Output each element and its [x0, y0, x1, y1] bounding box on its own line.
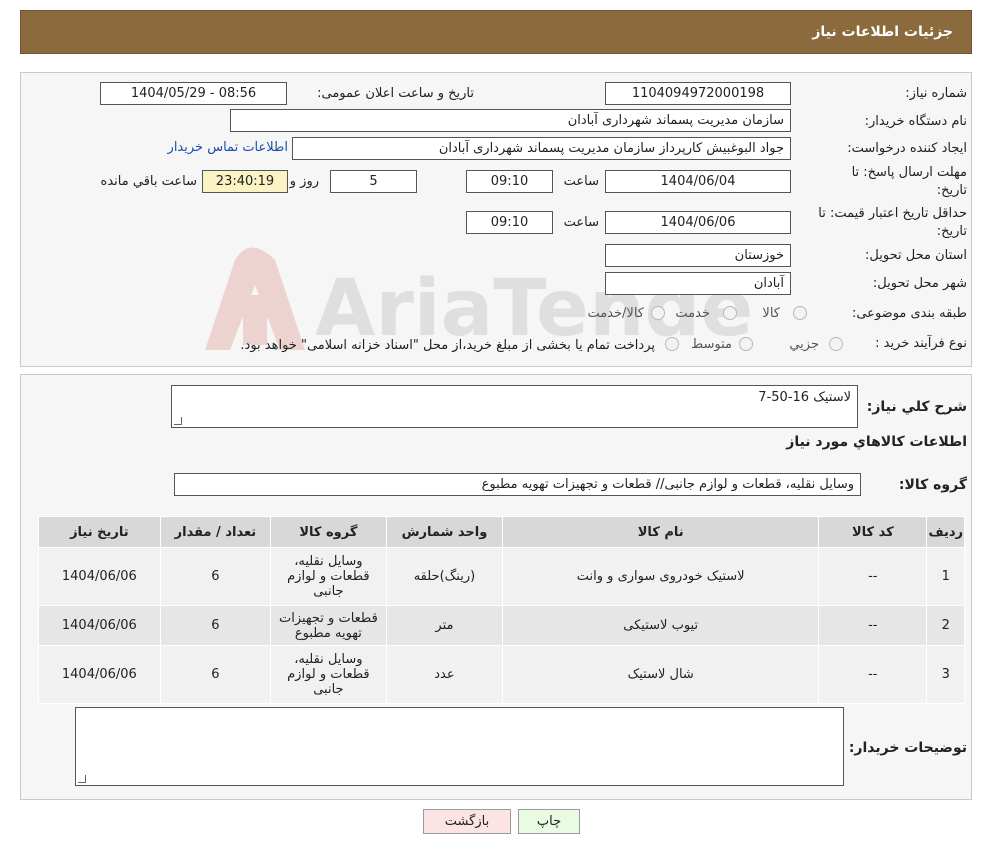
- validity-label-1: حداقل تاریخ اعتبار قیمت: تا: [818, 206, 967, 221]
- cell-quantity: 6: [159, 645, 272, 704]
- category-option-goods: کالا: [762, 306, 780, 321]
- process-note: پرداخت تمام یا بخشی از مبلغ خرید،از محل …: [240, 338, 655, 353]
- goods-group-label: گروه كالا:: [898, 477, 967, 493]
- province-field[interactable]: خوزستان: [605, 244, 791, 267]
- buyer-notes-label: توضیحات خریدار:: [848, 740, 967, 756]
- buyer-org-field[interactable]: سازمان مدیریت پسماند شهرداری آبادان: [230, 109, 791, 132]
- category-option-service: خدمت: [675, 306, 710, 321]
- page-title: جزئیات اطلاعات نیاز: [812, 24, 953, 40]
- city-field[interactable]: آبادان: [605, 272, 791, 295]
- cell-unit: (رینگ)حلقه: [385, 547, 504, 606]
- category-label: طبقه بندی موضوعی:: [851, 306, 967, 321]
- cell-quantity: 6: [159, 605, 272, 646]
- col-header-item-name: نام کالا: [502, 516, 820, 548]
- cell-unit: عدد: [385, 645, 504, 704]
- cell-item-name: شال لاستیک: [502, 645, 820, 704]
- cell-item-code: --: [818, 605, 928, 646]
- category-option-goods-service: کالا/خدمت: [587, 306, 644, 321]
- general-desc-label: شرح كلي نیاز:: [866, 399, 967, 415]
- cell-group: قطعات و تجهیزات تهویه مطبوع: [270, 605, 387, 646]
- resize-handle-icon[interactable]: [174, 417, 182, 425]
- col-header-quantity: تعداد / مقدار: [159, 516, 272, 548]
- deadline-label-1: مهلت ارسال پاسخ: تا: [851, 165, 967, 180]
- table-row[interactable]: 1 -- لاستیک خودروی سواری و وانت (رینگ)حل…: [38, 547, 965, 606]
- validity-label-2: تاریخ:: [936, 224, 967, 239]
- announce-datetime-field[interactable]: 1404/05/29 - 08:56: [100, 82, 287, 105]
- category-radio-service[interactable]: [723, 306, 737, 320]
- need-number-field[interactable]: 1104094972000198: [605, 82, 791, 105]
- col-header-group: گروه کالا: [270, 516, 387, 548]
- cell-group: وسایل نقلیه، قطعات و لوازم جانبی: [270, 645, 387, 704]
- need-number-label: شماره نیاز:: [905, 86, 967, 101]
- cell-item-name: تیوب لاستیکی: [502, 605, 820, 646]
- cell-item-code: --: [818, 547, 928, 606]
- cell-group: وسایل نقلیه، قطعات و لوازم جانبی: [270, 547, 387, 606]
- days-label: روز و: [289, 174, 319, 189]
- table-row[interactable]: 2 -- تیوب لاستیکی متر قطعات و تجهیزات ته…: [38, 605, 965, 646]
- cell-row-number: 2: [926, 605, 965, 646]
- col-header-row-number: ردیف: [926, 516, 965, 548]
- col-header-need-date: تاریخ نیاز: [38, 516, 161, 548]
- requester-label: ایجاد کننده درخواست:: [847, 141, 967, 156]
- back-button[interactable]: بازگشت: [423, 809, 511, 834]
- buyer-org-label: نام دستگاه خریدار:: [864, 114, 967, 129]
- validity-time-field[interactable]: 09:10: [466, 211, 553, 234]
- items-table: ردیف کد کالا نام کالا واحد شمارش گروه کا…: [38, 516, 965, 704]
- items-info-title: اطلاعات كالاهاي مورد نیاز: [786, 434, 967, 450]
- province-label: استان محل تحویل:: [865, 248, 967, 263]
- col-header-unit: واحد شمارش: [385, 516, 504, 548]
- cell-item-name: لاستیک خودروی سواری و وانت: [502, 547, 820, 606]
- city-label: شهر محل تحویل:: [872, 276, 967, 291]
- process-option-medium: متوسط: [691, 337, 732, 352]
- category-radio-goods[interactable]: [793, 306, 807, 320]
- remaining-time-field: 23:40:19: [202, 170, 288, 193]
- goods-group-field[interactable]: وسایل نقلیه، قطعات و لوازم جانبی// قطعات…: [174, 473, 861, 496]
- validity-time-label: ساعت: [563, 215, 599, 230]
- process-checkbox-treasury[interactable]: [665, 337, 679, 351]
- cell-need-date: 1404/06/06: [38, 605, 161, 646]
- category-radio-goods-service[interactable]: [651, 306, 665, 320]
- resize-handle-icon[interactable]: [78, 775, 86, 783]
- process-option-minor: جزیي: [789, 337, 819, 352]
- buyer-notes-textarea[interactable]: [75, 707, 844, 786]
- cell-item-code: --: [818, 645, 928, 704]
- cell-quantity: 6: [159, 547, 272, 606]
- remaining-days-field[interactable]: 5: [330, 170, 417, 193]
- deadline-time-field[interactable]: 09:10: [466, 170, 553, 193]
- validity-date-field[interactable]: 1404/06/06: [605, 211, 791, 234]
- items-table-wrapper: ردیف کد کالا نام کالا واحد شمارش گروه کا…: [38, 516, 965, 704]
- general-desc-textarea[interactable]: لاستیک 16-50-7: [171, 385, 858, 428]
- deadline-date-field[interactable]: 1404/06/04: [605, 170, 791, 193]
- announce-datetime-label: تاریخ و ساعت اعلان عمومی:: [317, 86, 474, 101]
- print-button[interactable]: چاپ: [518, 809, 580, 834]
- cell-need-date: 1404/06/06: [38, 547, 161, 606]
- cell-need-date: 1404/06/06: [38, 645, 161, 704]
- requester-field[interactable]: جواد البوغبیش کارپرداز سازمان مدیریت پسم…: [292, 137, 791, 160]
- general-desc-text: لاستیک 16-50-7: [758, 390, 851, 405]
- process-radio-minor[interactable]: [829, 337, 843, 351]
- deadline-time-label: ساعت: [563, 174, 599, 189]
- cell-row-number: 3: [926, 645, 965, 704]
- remaining-time-label: ساعت باقي مانده: [100, 174, 197, 189]
- process-radio-medium[interactable]: [739, 337, 753, 351]
- buyer-contact-link[interactable]: اطلاعات تماس خریدار: [168, 140, 288, 155]
- deadline-label-2: تاریخ:: [936, 183, 967, 198]
- col-header-item-code: کد کالا: [818, 516, 928, 548]
- table-header-row: ردیف کد کالا نام کالا واحد شمارش گروه کا…: [38, 516, 965, 548]
- process-type-label: نوع فرآیند خرید :: [875, 336, 967, 351]
- cell-unit: متر: [385, 605, 504, 646]
- page-header: جزئیات اطلاعات نیاز: [20, 10, 972, 54]
- table-row[interactable]: 3 -- شال لاستیک عدد وسایل نقلیه، قطعات و…: [38, 645, 965, 704]
- cell-row-number: 1: [926, 547, 965, 606]
